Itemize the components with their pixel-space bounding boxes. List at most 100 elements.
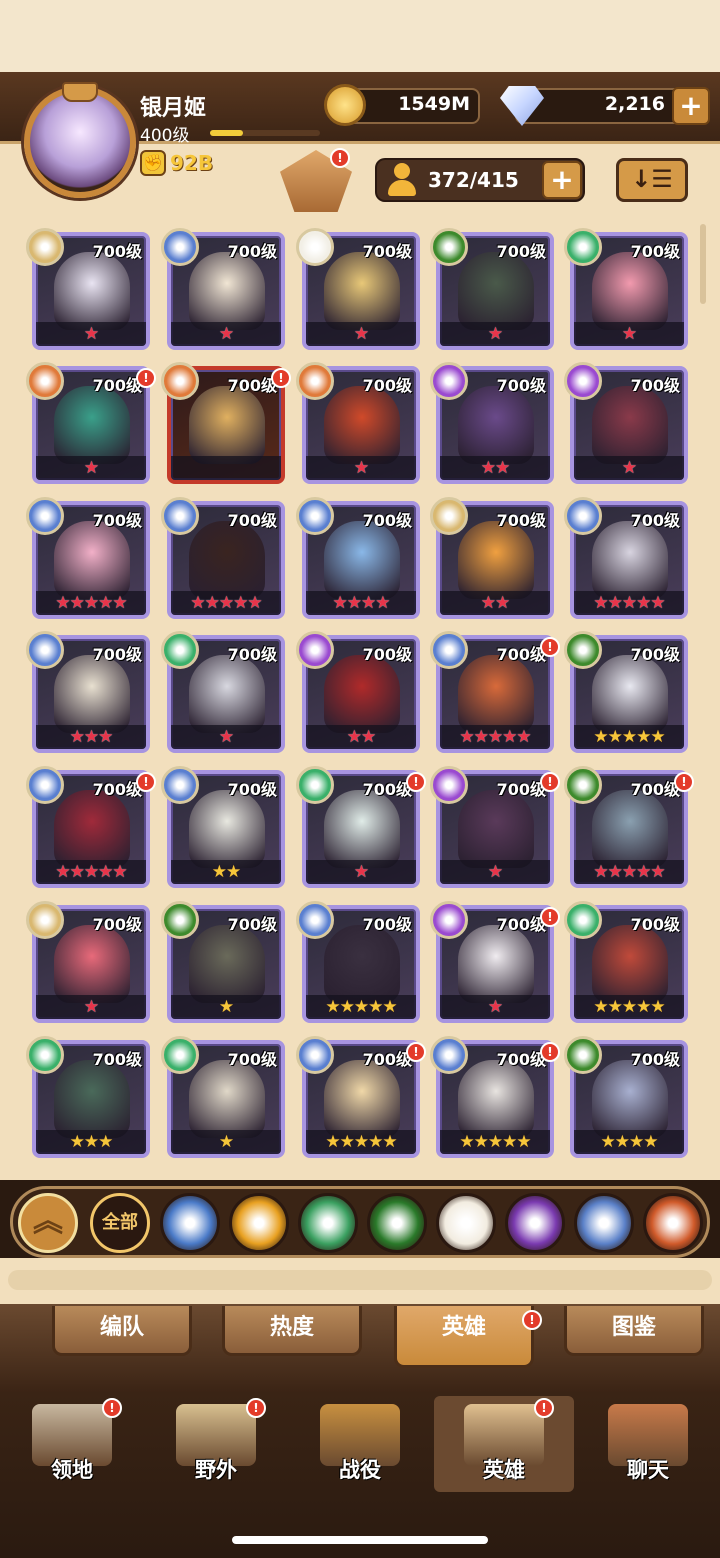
faction-emblem-icon	[296, 766, 334, 804]
xp-bar-fill	[210, 130, 243, 136]
faction-emblem-icon	[564, 228, 602, 266]
add-slots-button[interactable]: +	[542, 161, 582, 199]
nav-label: 英雄	[483, 1458, 525, 1482]
hero-portrait	[324, 655, 400, 733]
faction-filter-dimensional-icon[interactable]	[574, 1193, 634, 1253]
faction-filter-flame-icon[interactable]	[643, 1193, 703, 1253]
hero-portrait	[189, 1060, 265, 1138]
faction-emblem-icon	[26, 497, 64, 535]
nav-label: 野外	[195, 1458, 237, 1482]
faction-filter-celestial-icon[interactable]	[436, 1193, 496, 1253]
hero-level: 700级	[630, 780, 680, 799]
faction-emblem-icon	[296, 901, 334, 939]
hero-stars: ★	[440, 860, 550, 884]
faction-filter-graveborn-icon[interactable]	[367, 1193, 427, 1253]
hero-stars: ★★★★★	[306, 1130, 416, 1154]
hero-portrait	[592, 252, 668, 330]
hero-stars: ★★	[171, 860, 281, 884]
hero-portrait	[458, 925, 534, 1003]
hero-portrait	[54, 655, 130, 733]
hero-stars: ★★★★★	[574, 995, 684, 1019]
hero-stars: ★	[440, 322, 550, 346]
hero-stars: ★★	[440, 591, 550, 615]
power-value: 92B	[170, 151, 214, 175]
hero-level: 700级	[630, 645, 680, 664]
hero-level: 700级	[362, 645, 412, 664]
hero-stars: ★	[306, 322, 416, 346]
hero-level: 700级	[92, 1050, 142, 1069]
hero-alert-badge: !	[406, 1042, 426, 1062]
hero-portrait	[592, 386, 668, 464]
faction-emblem-icon	[564, 766, 602, 804]
hero-portrait	[54, 1060, 130, 1138]
filter-all-button[interactable]: 全部	[90, 1193, 150, 1253]
hero-stars: ★	[36, 456, 146, 480]
faction-emblem-icon	[430, 497, 468, 535]
hero-stars	[171, 456, 281, 480]
faction-filter-hypogean-icon[interactable]	[505, 1193, 565, 1253]
scrollbar[interactable]	[700, 224, 706, 304]
hero-stars: ★	[440, 995, 550, 1019]
nav-item-2[interactable]: 战役	[290, 1396, 430, 1492]
hero-level: 700级	[362, 242, 412, 261]
hero-portrait	[458, 655, 534, 733]
tab-codex[interactable]: 图鉴	[564, 1306, 704, 1356]
hero-portrait	[458, 790, 534, 868]
hero-portrait	[54, 925, 130, 1003]
hero-portrait	[458, 252, 534, 330]
chevron-up-icon[interactable]: ︽	[18, 1193, 78, 1253]
faction-emblem-icon	[26, 766, 64, 804]
hero-level: 700级	[496, 242, 546, 261]
hero-stars: ★★★★★	[36, 860, 146, 884]
faction-filter-wilder-icon[interactable]	[298, 1193, 358, 1253]
hero-portrait	[592, 521, 668, 599]
faction-filter-lightbearer-icon[interactable]	[160, 1193, 220, 1253]
hero-alert-badge: !	[540, 637, 560, 657]
faction-emblem-icon	[296, 497, 334, 535]
sort-button[interactable]: ↓☰	[616, 158, 688, 202]
hero-stars: ★	[574, 322, 684, 346]
hero-stars: ★★★★★	[440, 1130, 550, 1154]
hero-stars: ★	[574, 456, 684, 480]
hero-level: 700级	[496, 511, 546, 530]
hero-stars: ★★★★★	[171, 591, 281, 615]
xp-bar	[210, 130, 320, 136]
hero-level: 700级	[92, 242, 142, 261]
hero-alert-badge: !	[540, 1042, 560, 1062]
tab-popularity[interactable]: 热度	[222, 1306, 362, 1356]
hero-level: 700级	[362, 1050, 412, 1069]
hero-stars: ★	[171, 322, 281, 346]
faction-emblem-icon	[564, 1036, 602, 1074]
hero-stars: ★★	[306, 725, 416, 749]
fist-icon: ✊	[140, 150, 166, 176]
hero-stars: ★	[171, 1130, 281, 1154]
add-gems-button[interactable]: +	[672, 87, 710, 125]
faction-filter-mauler-icon[interactable]	[229, 1193, 289, 1253]
tab-formation[interactable]: 编队	[52, 1306, 192, 1356]
hero-alert-badge: !	[406, 772, 426, 792]
hero-stars: ★★★★★	[440, 725, 550, 749]
faction-emblem-icon	[161, 766, 199, 804]
hero-portrait	[592, 1060, 668, 1138]
faction-emblem-icon	[564, 901, 602, 939]
hero-portrait	[189, 521, 265, 599]
hero-portrait	[54, 521, 130, 599]
faction-emblem-icon	[296, 1036, 334, 1074]
faction-emblem-icon	[430, 766, 468, 804]
player-avatar[interactable]	[24, 86, 136, 198]
alert-badge: !	[330, 148, 350, 168]
hero-stars: ★	[306, 456, 416, 480]
hero-stars: ★★★★★	[306, 995, 416, 1019]
tab-heroes[interactable]: 英雄	[394, 1306, 534, 1368]
nav-item-4[interactable]: 聊天	[578, 1396, 718, 1492]
hero-level: 700级	[496, 915, 546, 934]
hero-level: 700级	[227, 242, 277, 261]
hero-stars: ★★★	[36, 1130, 146, 1154]
hero-level: 700级	[496, 1050, 546, 1069]
hero-level: 700级	[496, 376, 546, 395]
hero-portrait	[592, 655, 668, 733]
person-icon	[385, 163, 419, 197]
faction-emblem-icon	[430, 1036, 468, 1074]
hero-portrait	[54, 386, 130, 464]
hero-stars: ★★★★★	[574, 591, 684, 615]
